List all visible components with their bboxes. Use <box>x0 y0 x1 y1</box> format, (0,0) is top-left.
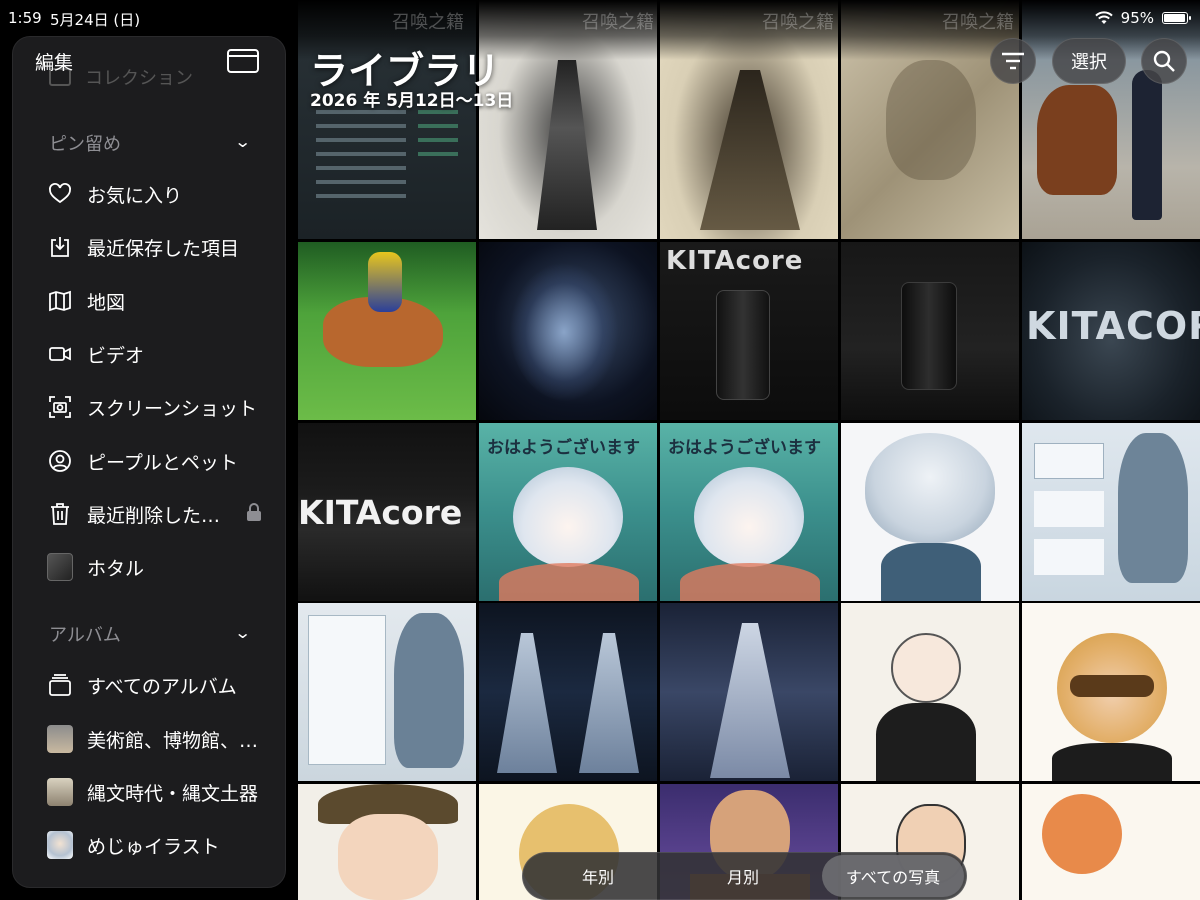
tab-all-photos[interactable]: すべての写真 <box>822 855 964 897</box>
sidebar-item-people-pets[interactable]: ピープルとペット <box>47 441 238 481</box>
photo-tile[interactable] <box>841 423 1019 601</box>
chevron-down-icon[interactable]: ⌄ <box>234 132 251 151</box>
sidebar-item-jomon-album[interactable]: 縄文時代・縄文土器 <box>47 772 258 812</box>
greeting-text: おはようございます <box>487 438 640 458</box>
photo-tile[interactable] <box>298 603 476 781</box>
greeting-text: おはようございます <box>668 438 821 458</box>
albums-stack-icon <box>47 672 73 698</box>
kitacore-label: KITAcore <box>666 246 804 276</box>
photo-tile[interactable] <box>841 603 1019 781</box>
screenshot-icon <box>47 394 73 420</box>
sidebar-header: 編集 <box>13 37 285 93</box>
album-thumb-icon <box>47 553 73 581</box>
photo-tile[interactable] <box>298 784 476 900</box>
tab-years[interactable]: 年別 <box>543 853 653 899</box>
lock-icon <box>246 502 262 526</box>
photo-tile[interactable] <box>841 242 1019 420</box>
person-icon <box>47 448 73 474</box>
sidebar-item-screenshots[interactable]: スクリーンショット <box>47 387 257 427</box>
heart-icon <box>47 181 73 207</box>
section-pinned-title: ピン留め <box>49 134 121 155</box>
sidebar-item-museum-album[interactable]: 美術館、博物館、… <box>47 719 258 759</box>
sidebar-item-recently-saved[interactable]: 最近保存した項目 <box>47 227 239 267</box>
sidebar-item-recently-deleted[interactable]: 最近削除した… <box>47 494 262 534</box>
status-indicators: 95% <box>1094 9 1191 27</box>
photo-tile[interactable]: KITAcore <box>298 423 476 601</box>
status-time: 1:59 <box>8 9 42 27</box>
photo-tile[interactable] <box>298 242 476 420</box>
tab-months[interactable]: 月別 <box>688 853 798 899</box>
sidebar-item-video[interactable]: ビデオ <box>47 334 144 374</box>
wifi-icon <box>1094 11 1113 24</box>
view-segmented-control: 年別 月別 すべての写真 <box>522 852 967 900</box>
photo-tile[interactable]: おはようございます <box>660 423 838 601</box>
photo-tile[interactable] <box>1022 784 1200 900</box>
battery-percent: 95% <box>1120 9 1154 27</box>
photo-tile[interactable] <box>1022 423 1200 601</box>
sidebar-toggle-icon[interactable] <box>227 49 259 73</box>
trash-icon <box>47 501 73 527</box>
photo-tile[interactable] <box>1022 603 1200 781</box>
edit-button[interactable]: 編集 <box>35 48 73 75</box>
search-button[interactable] <box>1141 38 1187 84</box>
search-icon <box>1153 50 1175 72</box>
photo-tile[interactable] <box>660 603 838 781</box>
photo-tile[interactable] <box>479 242 657 420</box>
sidebar-item-hotaru[interactable]: ホタル <box>47 547 144 587</box>
album-thumb-icon <box>47 725 73 753</box>
status-date: 5月24日 (日) <box>50 11 141 29</box>
battery-icon <box>1162 12 1191 24</box>
kitacore-label: KITAcore <box>298 493 463 532</box>
album-thumb-icon <box>47 778 73 806</box>
album-thumb-icon <box>47 831 73 859</box>
photo-tile[interactable]: KITAcore <box>660 242 838 420</box>
status-bar: 1:59 5月24日 (日) 95% <box>0 0 1200 36</box>
download-icon <box>47 234 73 260</box>
kitacore-label: KITACORE <box>1026 304 1200 348</box>
sidebar-item-map[interactable]: 地図 <box>47 281 125 321</box>
filter-button[interactable] <box>990 38 1036 84</box>
select-button[interactable]: 選択 <box>1052 38 1126 84</box>
filter-icon <box>1002 52 1024 70</box>
photo-tile[interactable] <box>479 603 657 781</box>
map-icon <box>47 288 73 314</box>
sidebar-item-favorites[interactable]: お気に入り <box>47 174 182 214</box>
sidebar: コレクション 編集 ピン留め ⌄ お気に入り 最近保存した項目 地図 ビデオ ス… <box>12 36 286 888</box>
video-icon <box>47 341 73 367</box>
sidebar-item-all-albums[interactable]: すべてのアルバム <box>47 665 237 705</box>
section-albums-title: アルバム <box>49 625 121 646</box>
photo-tile[interactable]: おはようございます <box>479 423 657 601</box>
date-range: 2026 年 5月12日〜13日 <box>310 91 514 111</box>
photo-tile[interactable]: KITACORE <box>1022 242 1200 420</box>
chevron-down-icon[interactable]: ⌄ <box>234 623 251 642</box>
photo-grid: KITAcore KITACORE KITAcore おはようございます おはよ… <box>298 0 1200 900</box>
sidebar-item-meju-album[interactable]: めじゅイラスト <box>47 825 220 865</box>
